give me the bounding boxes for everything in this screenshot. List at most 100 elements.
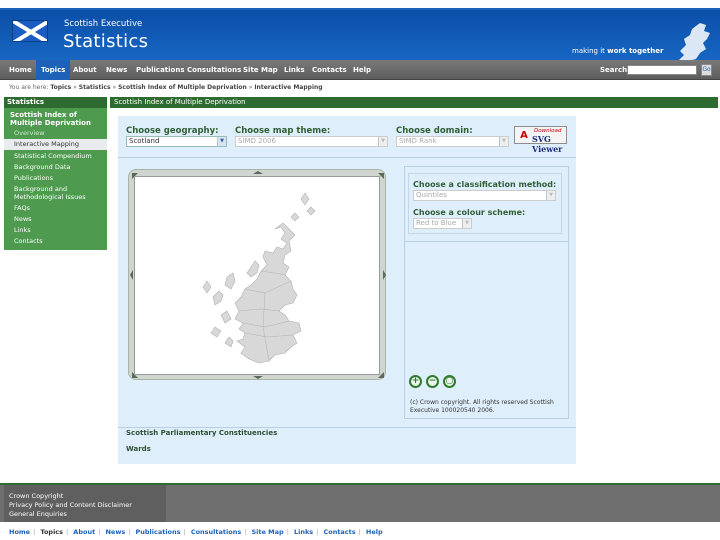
chevron-down-icon[interactable]: ▼	[217, 137, 226, 146]
sidebar-item-links[interactable]: Links	[4, 226, 107, 234]
separator: |	[98, 528, 101, 536]
sidebar-title[interactable]: Statistics	[4, 97, 107, 108]
breadcrumb-current: Interactive Mapping	[254, 84, 323, 91]
pan-right-icon[interactable]	[383, 270, 386, 280]
island-region[interactable]	[224, 272, 236, 290]
adobe-logo-icon: A	[520, 130, 528, 141]
domain-value: SIMD Rank	[399, 137, 437, 145]
sidebar-item-faqs[interactable]: FAQs	[4, 204, 107, 212]
footer-nav-home[interactable]: Home	[9, 528, 30, 536]
footer-nav-contacts[interactable]: Contacts	[323, 528, 355, 536]
map-copyright: (c) Crown copyright. All rights reserved…	[410, 399, 554, 414]
sidebar: Scottish Index of Multiple Deprivation O…	[4, 108, 107, 250]
footer-nav-publications[interactable]: Publications	[135, 528, 180, 536]
footer-crown-copyright[interactable]: Crown Copyright	[9, 492, 63, 500]
island-region[interactable]	[300, 192, 310, 206]
island-region[interactable]	[220, 310, 232, 324]
footer-general-enquiries[interactable]: General Enquiries	[9, 510, 67, 518]
island-region[interactable]	[224, 336, 234, 348]
pan-down-icon[interactable]	[253, 376, 263, 379]
pan-left-icon[interactable]	[130, 270, 133, 280]
separator: |	[244, 528, 247, 536]
footer-nav-help[interactable]: Help	[366, 528, 383, 536]
nav-links[interactable]: Links	[279, 60, 310, 80]
search-go-button[interactable]: Go	[701, 64, 712, 76]
page: Scottish Executive Statistics making it …	[0, 0, 720, 540]
breadcrumb-simd[interactable]: Scottish Index of Multiple Deprivation	[118, 84, 247, 91]
nav-about[interactable]: About	[68, 60, 102, 80]
sidebar-item-interactive-mapping[interactable]: Interactive Mapping	[4, 139, 107, 150]
chevron-down-icon[interactable]: ▼	[378, 137, 387, 146]
org-name: Scottish Executive	[64, 19, 143, 29]
breadcrumb-statistics[interactable]: Statistics	[79, 84, 111, 91]
zoom-reset-icon[interactable]: ○	[443, 375, 456, 388]
footer-nav-site-map[interactable]: Site Map	[251, 528, 283, 536]
sidebar-item-news[interactable]: News	[4, 215, 107, 223]
sidebar-item-publications[interactable]: Publications	[4, 174, 107, 182]
scotland-map[interactable]	[135, 177, 381, 376]
sidebar-item-background-data[interactable]: Background Data	[4, 163, 107, 171]
island-region[interactable]	[306, 206, 316, 216]
geography-label: Choose geography:	[126, 126, 219, 136]
saltire-flag-icon[interactable]	[12, 20, 48, 42]
footer-nav-topics[interactable]: Topics	[40, 528, 63, 536]
link-parliamentary-constituencies[interactable]: Scottish Parliamentary Constituencies	[126, 429, 277, 437]
tagline-prefix: making it	[572, 47, 608, 55]
footer-nav-about[interactable]: About	[73, 528, 95, 536]
classification-value: Quintiles	[416, 191, 447, 199]
pan-up-icon[interactable]	[253, 171, 263, 174]
divider	[118, 427, 576, 428]
main-title: Scottish Index of Multiple Deprivation	[110, 97, 718, 108]
colour-scheme-select[interactable]: Red to Blue ▼	[413, 218, 472, 229]
sidebar-item-overview[interactable]: Overview	[4, 129, 107, 137]
island-region[interactable]	[290, 212, 300, 222]
link-wards[interactable]: Wards	[126, 445, 151, 453]
breadcrumb-separator: »	[248, 84, 253, 91]
sidebar-item-statistical-compendium[interactable]: Statistical Compendium	[4, 152, 107, 160]
separator: |	[128, 528, 131, 536]
map-canvas[interactable]	[134, 176, 380, 375]
search-input[interactable]	[627, 65, 697, 75]
geography-select[interactable]: Scotland ▼	[126, 136, 227, 147]
chevron-down-icon[interactable]: ▼	[499, 137, 508, 146]
nav-topics[interactable]: Topics	[36, 60, 71, 80]
site-title: Statistics	[63, 31, 149, 52]
nav-news[interactable]: News	[101, 60, 132, 80]
classification-select[interactable]: Quintiles ▼	[413, 190, 556, 201]
sidebar-item-background-methodological[interactable]: Background and Methodological Issues	[4, 185, 94, 201]
separator: |	[286, 528, 289, 536]
sidebar-item-contacts[interactable]: Contacts	[4, 237, 107, 245]
nav-contacts[interactable]: Contacts	[307, 60, 352, 80]
nav-home[interactable]: Home	[4, 60, 37, 80]
island-region[interactable]	[202, 280, 212, 294]
zoom-out-icon[interactable]: −	[426, 375, 439, 388]
separator: |	[316, 528, 319, 536]
chevron-down-icon[interactable]: ▼	[462, 219, 471, 228]
island-region[interactable]	[210, 326, 222, 338]
footer-nav-news[interactable]: News	[105, 528, 125, 536]
island-region[interactable]	[246, 260, 260, 278]
footer-nav-consultations[interactable]: Consultations	[191, 528, 241, 536]
nav-publications[interactable]: Publications	[131, 60, 190, 80]
domain-select[interactable]: SIMD Rank ▼	[396, 136, 509, 147]
mainland-region[interactable]	[234, 222, 302, 364]
island-region[interactable]	[212, 290, 224, 306]
separator: |	[183, 528, 186, 536]
breadcrumb-prefix: You are here:	[9, 84, 49, 91]
classification-label: Choose a classification method:	[413, 180, 557, 189]
theme-select[interactable]: SIMD 2006 ▼	[235, 136, 388, 147]
breadcrumb-topics[interactable]: Topics	[50, 84, 71, 91]
breadcrumb: You are here: Topics » Statistics » Scot…	[9, 84, 323, 91]
nav-site-map[interactable]: Site Map	[238, 60, 283, 80]
nav-consultations[interactable]: Consultations	[182, 60, 246, 80]
sidebar-heading[interactable]: Scottish Index of Multiple Deprivation	[10, 111, 105, 127]
nav-help[interactable]: Help	[348, 60, 376, 80]
search-label: Search:	[600, 66, 630, 74]
breadcrumb-separator: »	[112, 84, 117, 91]
chevron-down-icon[interactable]: ▼	[546, 191, 555, 200]
footer-nav-links[interactable]: Links	[294, 528, 313, 536]
theme-label: Choose map theme:	[235, 126, 331, 136]
download-svg-viewer-button[interactable]: A Download SVG Viewer	[514, 126, 567, 154]
footer-privacy-policy[interactable]: Privacy Policy and Content Disclaimer	[9, 501, 132, 509]
zoom-in-icon[interactable]: +	[409, 375, 422, 388]
